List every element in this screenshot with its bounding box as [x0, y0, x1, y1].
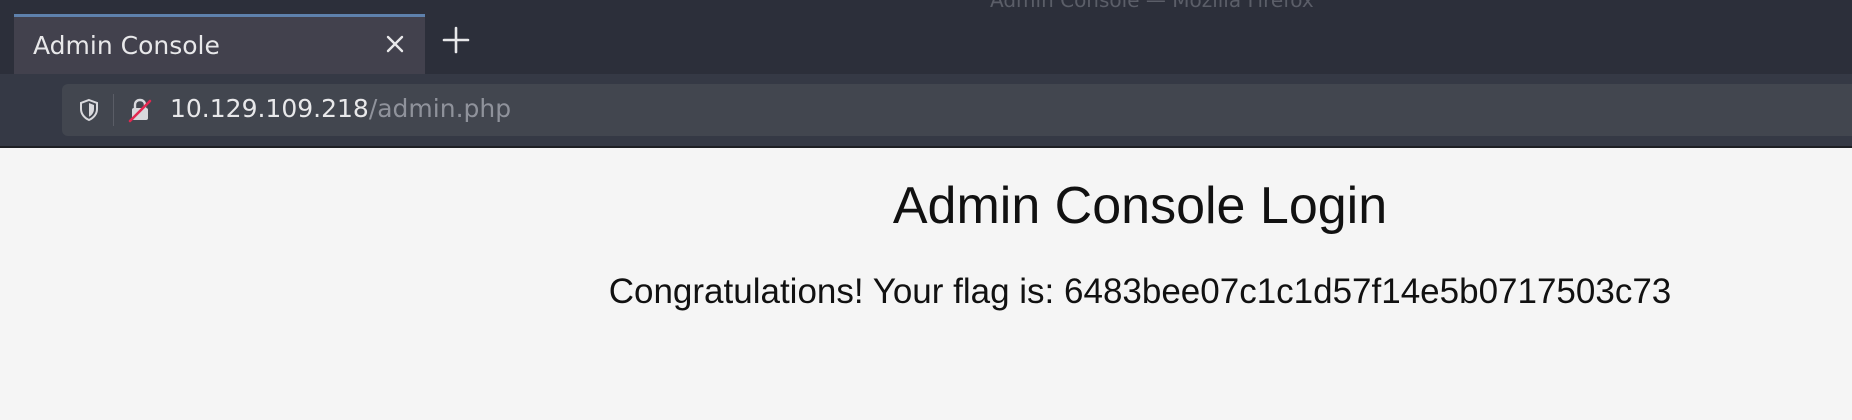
- url-bar[interactable]: 10.129.109.218/admin.php: [62, 84, 1852, 136]
- titlebar: Admin Console — Mozilla Firefox Admin Co…: [0, 0, 1852, 74]
- plus-icon[interactable]: [440, 24, 472, 56]
- tab-title: Admin Console: [33, 31, 220, 60]
- browser-chrome: Admin Console — Mozilla Firefox Admin Co…: [0, 0, 1852, 148]
- page-content: Admin Console Login Congratulations! You…: [0, 148, 1852, 420]
- window-title: Admin Console — Mozilla Firefox: [990, 0, 1314, 12]
- page-title: Admin Console Login: [892, 177, 1388, 235]
- insecure-lock-icon[interactable]: [126, 96, 154, 124]
- tab-admin-console[interactable]: Admin Console: [14, 14, 425, 74]
- close-icon[interactable]: [380, 29, 410, 59]
- url-text[interactable]: 10.129.109.218/admin.php: [170, 94, 511, 123]
- url-path: /admin.php: [368, 94, 512, 123]
- flag-message: Congratulations! Your flag is: 6483bee07…: [608, 272, 1672, 311]
- urlbar-divider: [113, 94, 114, 126]
- shield-icon[interactable]: [76, 97, 102, 123]
- url-host: 10.129.109.218: [170, 94, 369, 123]
- navigation-toolbar: 10.129.109.218/admin.php: [0, 74, 1852, 147]
